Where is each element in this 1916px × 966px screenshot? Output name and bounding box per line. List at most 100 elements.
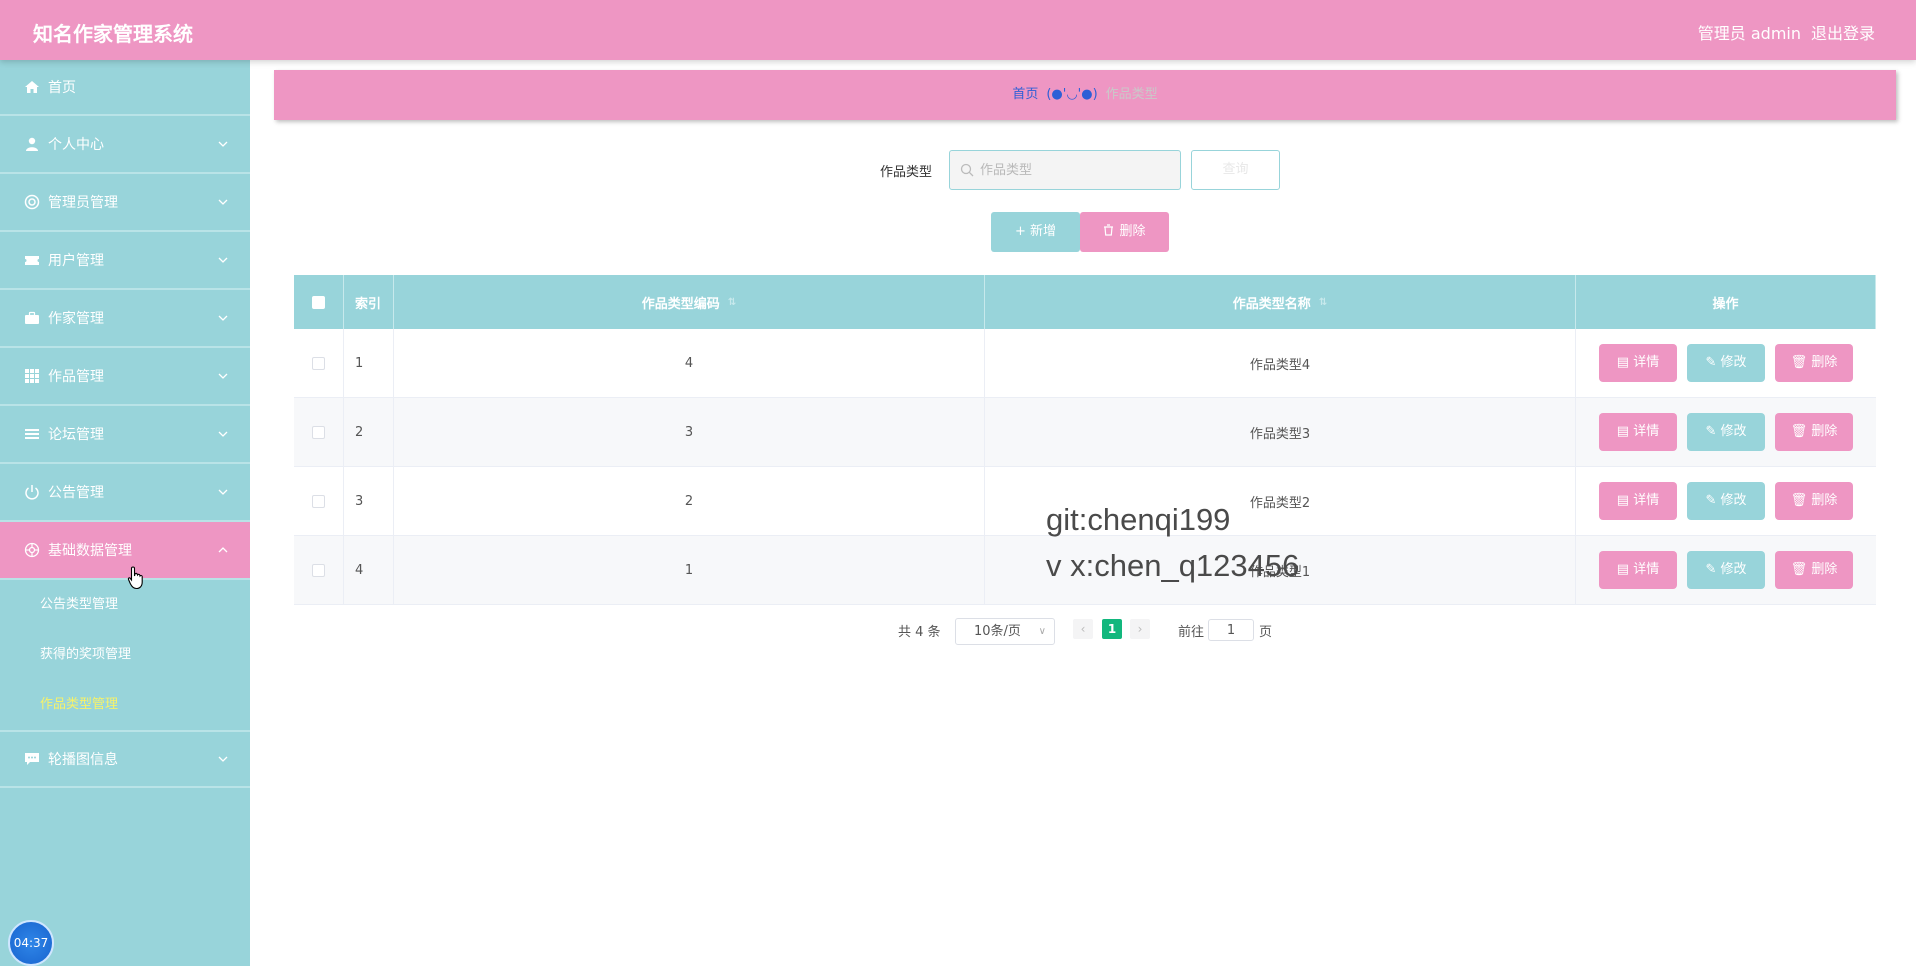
- edit-button[interactable]: ✎ 修改: [1687, 344, 1765, 382]
- sidebar-subitem-notice-type[interactable]: 公告类型管理: [0, 580, 250, 630]
- header-name-label: 作品类型名称: [1232, 296, 1311, 312]
- row-code: 4: [394, 329, 985, 397]
- sidebar-item-label: 用户管理: [48, 253, 104, 269]
- pagination-total: 共 4 条: [898, 625, 941, 640]
- sidebar-item-works-management[interactable]: 作品管理: [0, 348, 250, 406]
- trash-icon: [1104, 224, 1114, 236]
- row-code: 2: [394, 467, 985, 535]
- clock-widget[interactable]: 04:37: [8, 920, 54, 966]
- trash-icon: 🗑: [1790, 424, 1812, 439]
- current-user: 管理员 admin: [1697, 24, 1801, 43]
- row-checkbox[interactable]: [312, 563, 325, 577]
- row-code: 1: [394, 536, 985, 604]
- trash-icon: 🗑: [1790, 562, 1812, 577]
- header-code-label: 作品类型编码: [641, 296, 720, 312]
- pencil-icon: ✎: [1705, 493, 1721, 508]
- detail-button[interactable]: ▤ 详情: [1599, 413, 1677, 451]
- briefcase-icon: [25, 311, 39, 324]
- batch-delete-button[interactable]: 删除: [1080, 212, 1169, 252]
- page-number[interactable]: 1: [1102, 619, 1122, 639]
- pencil-icon: ✎: [1705, 562, 1721, 577]
- sidebar-item-carousel-info[interactable]: 轮播图信息: [0, 730, 250, 788]
- table-header: 索引 作品类型编码 ⇅ 作品类型名称 ⇅ 操作: [294, 275, 1876, 329]
- row-code: 3: [394, 398, 985, 466]
- chevron-down-icon: [218, 257, 228, 263]
- row-name: 作品类型3: [985, 398, 1576, 466]
- row-check-cell: [294, 467, 344, 535]
- row-checkbox[interactable]: [312, 425, 325, 439]
- sidebar-item-user-management[interactable]: 用户管理: [0, 232, 250, 290]
- sidebar-item-home[interactable]: 首页: [0, 60, 250, 116]
- table-row: 1 4 作品类型4 ▤ 详情 ✎ 修改 🗑 删除: [294, 329, 1876, 398]
- sidebar-item-label: 首页: [48, 80, 76, 96]
- select-all-cell: [294, 275, 344, 329]
- page-size-value: 10条/页: [974, 624, 1021, 639]
- chevron-down-icon: ∨: [1038, 626, 1046, 637]
- breadcrumb: 首页 (●'◡'●) 作品类型: [274, 70, 1896, 120]
- edit-button[interactable]: ✎ 修改: [1687, 482, 1765, 520]
- detail-button[interactable]: ▤ 详情: [1599, 482, 1677, 520]
- sort-icon[interactable]: ⇅: [728, 297, 736, 308]
- watermark-line-2: v x:chen_q123456: [1046, 548, 1300, 583]
- next-page-button[interactable]: ›: [1130, 619, 1150, 639]
- add-button[interactable]: + 新增: [991, 212, 1080, 252]
- row-index: 2: [344, 398, 394, 466]
- delete-button[interactable]: 🗑 删除: [1775, 344, 1853, 382]
- grid-icon: [25, 369, 39, 383]
- sort-icon[interactable]: ⇅: [1319, 297, 1327, 308]
- row-checkbox[interactable]: [312, 356, 325, 370]
- header-code[interactable]: 作品类型编码 ⇅: [394, 275, 985, 329]
- sidebar-item-label: 作品管理: [48, 369, 104, 385]
- row-checkbox[interactable]: [312, 494, 325, 508]
- select-all-checkbox[interactable]: [312, 295, 325, 309]
- sidebar-submenu: 公告类型管理 获得的奖项管理 作品类型管理: [0, 580, 250, 730]
- delete-button[interactable]: 🗑 删除: [1775, 551, 1853, 589]
- sidebar-item-label: 基础数据管理: [48, 543, 132, 559]
- row-index: 3: [344, 467, 394, 535]
- edit-button-label: 修改: [1720, 424, 1747, 439]
- search-button[interactable]: 查询: [1191, 150, 1280, 190]
- sidebar-item-personal-center[interactable]: 个人中心: [0, 116, 250, 174]
- row-actions: ▤ 详情 ✎ 修改 🗑 删除: [1576, 536, 1876, 604]
- detail-button[interactable]: ▤ 详情: [1599, 551, 1677, 589]
- person-icon: [26, 137, 38, 151]
- chevron-up-icon: [218, 547, 228, 553]
- header-name[interactable]: 作品类型名称 ⇅: [985, 275, 1576, 329]
- row-index: 4: [344, 536, 394, 604]
- delete-button-label: 删除: [1811, 562, 1838, 577]
- goto-page-input[interactable]: [1208, 619, 1254, 641]
- header-index: 索引: [344, 275, 394, 329]
- delete-button[interactable]: 🗑 删除: [1775, 413, 1853, 451]
- chevron-down-icon: [218, 373, 228, 379]
- row-name: 作品类型4: [985, 329, 1576, 397]
- hand-cursor-icon: [127, 566, 143, 590]
- edit-button[interactable]: ✎ 修改: [1687, 413, 1765, 451]
- search-input[interactable]: [980, 151, 1175, 189]
- goto-suffix: 页: [1259, 625, 1273, 640]
- logout-link[interactable]: 退出登录: [1811, 20, 1875, 44]
- prev-page-button[interactable]: ‹: [1073, 619, 1093, 639]
- page-size-select[interactable]: 10条/页 ∨: [955, 618, 1055, 645]
- app-title: 知名作家管理系统: [33, 22, 193, 46]
- detail-button[interactable]: ▤ 详情: [1599, 344, 1677, 382]
- delete-button-label: 删除: [1811, 493, 1838, 508]
- sidebar-item-admin-management[interactable]: 管理员管理: [0, 174, 250, 232]
- row-index: 1: [344, 329, 394, 397]
- doc-icon: ▤: [1616, 562, 1634, 577]
- search-icon: [960, 163, 974, 177]
- sidebar-item-notice-management[interactable]: 公告管理: [0, 464, 250, 522]
- breadcrumb-home[interactable]: 首页: [1012, 87, 1038, 102]
- sidebar-subitem-awards[interactable]: 获得的奖项管理: [0, 630, 250, 680]
- edit-button[interactable]: ✎ 修改: [1687, 551, 1765, 589]
- pencil-icon: ✎: [1705, 424, 1721, 439]
- sidebar-item-basic-data-management[interactable]: 基础数据管理: [0, 522, 250, 580]
- sidebar-subitem-works-type[interactable]: 作品类型管理: [0, 680, 250, 730]
- settings-icon: [24, 194, 40, 210]
- search-field[interactable]: [949, 150, 1181, 190]
- delete-button[interactable]: 🗑 删除: [1775, 482, 1853, 520]
- table-row: 2 3 作品类型3 ▤ 详情 ✎ 修改 🗑 删除: [294, 398, 1876, 467]
- sidebar: 首页 个人中心 管理员管理 用户管理 作家管理 作品管理 论坛管理 公告管理 基…: [0, 60, 250, 966]
- sidebar-item-writer-management[interactable]: 作家管理: [0, 290, 250, 348]
- sidebar-item-label: 轮播图信息: [48, 752, 118, 768]
- sidebar-item-forum-management[interactable]: 论坛管理: [0, 406, 250, 464]
